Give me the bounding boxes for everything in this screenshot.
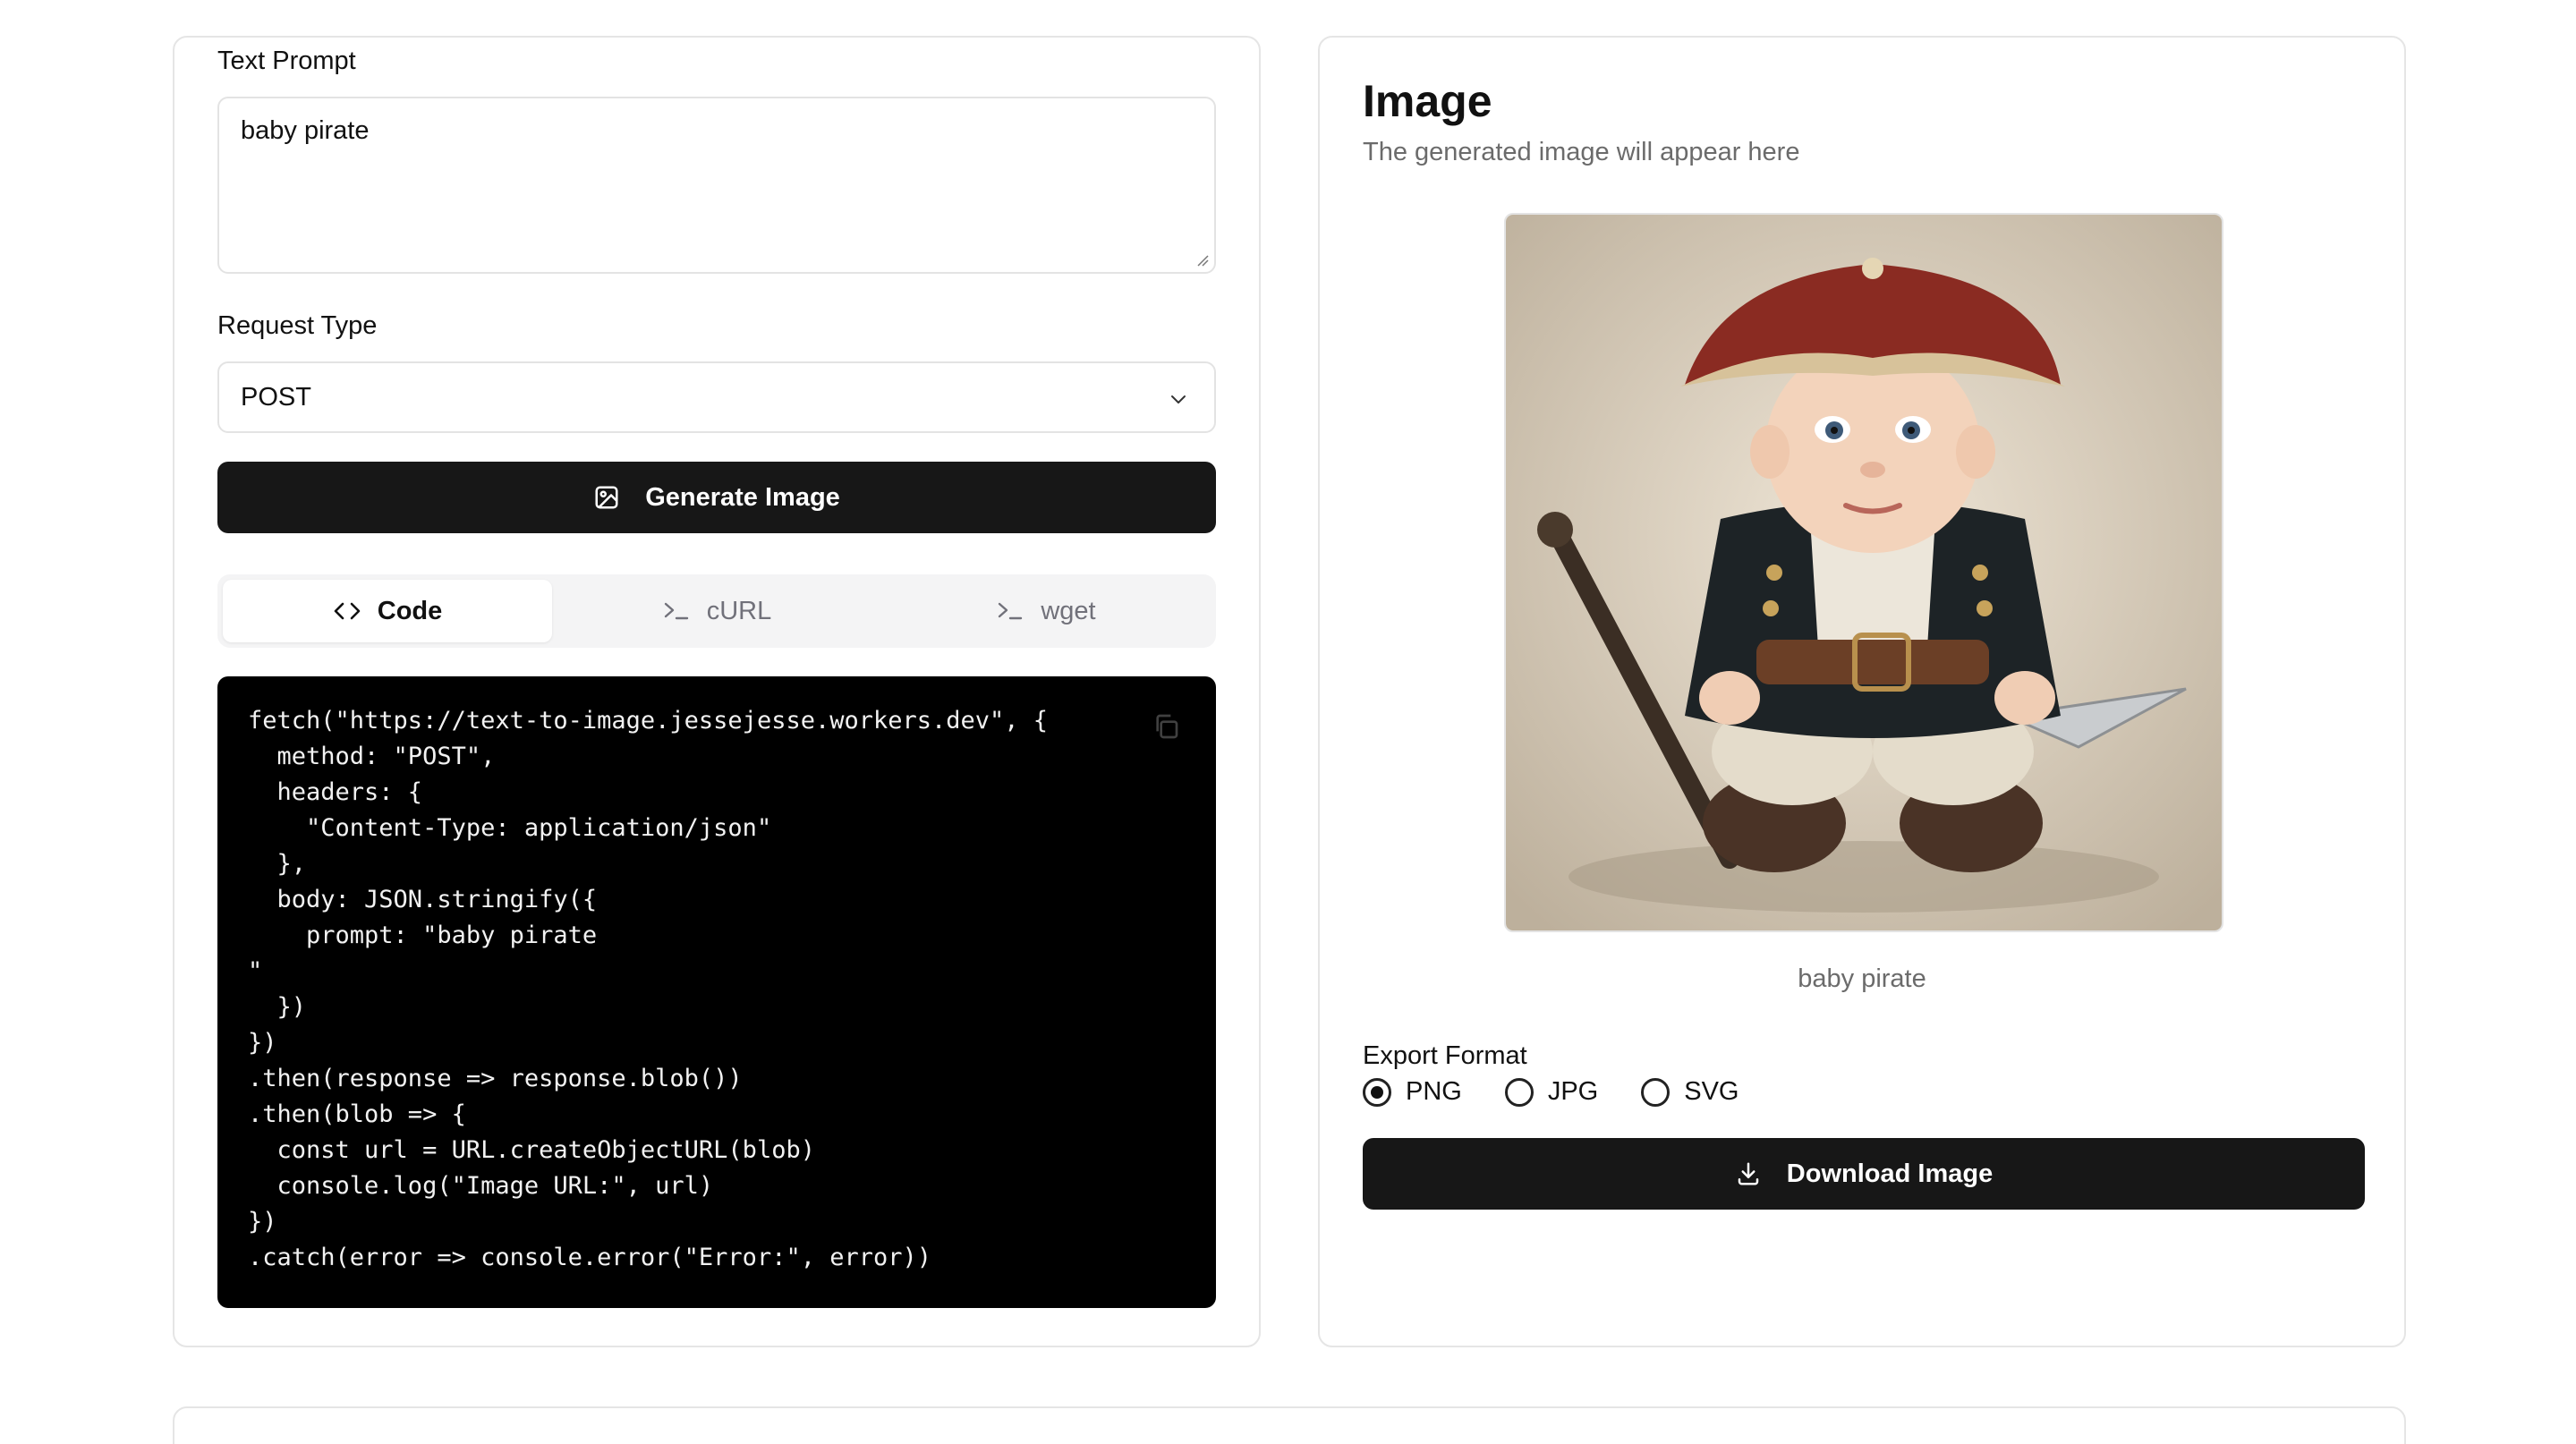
chevron-down-icon xyxy=(1171,395,1186,403)
image-panel-title: Image xyxy=(1363,76,1492,126)
tab-curl[interactable]: cURL xyxy=(552,580,881,642)
request-type-select[interactable]: POST xyxy=(217,361,1216,433)
radio-svg-label: SVG xyxy=(1684,1077,1739,1106)
bottom-panel xyxy=(173,1406,2406,1444)
prompt-text: baby pirate xyxy=(241,116,370,145)
terminal-icon xyxy=(999,602,1023,620)
generated-image xyxy=(1504,213,2223,932)
image-caption: baby pirate xyxy=(1798,964,1926,993)
export-format-label: Export Format xyxy=(1363,1041,1527,1070)
code-snippet-block: fetch("https://text-to-image.jessejesse.… xyxy=(217,676,1216,1308)
generate-image-label: Generate Image xyxy=(645,482,840,512)
request-panel: Text Prompt baby pirate Request Type POS… xyxy=(173,36,1261,1347)
export-format-radio-group: PNG JPG SVG xyxy=(1363,1077,1739,1107)
text-prompt-label: Text Prompt xyxy=(217,47,356,75)
code-icon xyxy=(334,602,361,620)
image-panel: Image The generated image will appear he… xyxy=(1318,36,2406,1347)
tab-wget-label: wget xyxy=(1041,596,1096,625)
tab-code-label: Code xyxy=(377,596,443,625)
radio-jpg-circle[interactable] xyxy=(1504,1077,1534,1107)
radio-jpg[interactable]: JPG xyxy=(1504,1077,1599,1107)
tab-code[interactable]: Code xyxy=(223,580,552,642)
radio-png-circle[interactable] xyxy=(1363,1077,1391,1107)
tab-wget[interactable]: wget xyxy=(881,580,1211,642)
generate-image-button[interactable]: Generate Image xyxy=(217,462,1216,533)
request-type-label: Request Type xyxy=(217,311,378,340)
resize-handle-icon[interactable] xyxy=(1196,254,1209,267)
radio-svg-circle[interactable] xyxy=(1641,1077,1671,1107)
download-image-button[interactable]: Download Image xyxy=(1363,1138,2365,1210)
tab-curl-label: cURL xyxy=(706,596,772,625)
baby-pirate-illustration xyxy=(1506,215,2222,930)
radio-png-label: PNG xyxy=(1406,1077,1462,1106)
terminal-icon xyxy=(664,602,688,620)
code-tabs: Code cURL wget xyxy=(217,574,1216,648)
image-icon xyxy=(595,486,618,509)
radio-jpg-label: JPG xyxy=(1547,1077,1599,1106)
image-panel-subtitle: The generated image will appear here xyxy=(1363,138,1800,166)
copy-icon[interactable] xyxy=(1152,712,1180,741)
code-snippet-text: fetch("https://text-to-image.jessejesse.… xyxy=(248,707,1049,1271)
prompt-textarea[interactable]: baby pirate xyxy=(217,97,1216,274)
download-image-label: Download Image xyxy=(1786,1159,1994,1188)
request-type-value: POST xyxy=(241,382,311,412)
download-icon xyxy=(1738,1162,1759,1185)
radio-png[interactable]: PNG xyxy=(1363,1077,1462,1107)
radio-svg[interactable]: SVG xyxy=(1641,1077,1739,1107)
